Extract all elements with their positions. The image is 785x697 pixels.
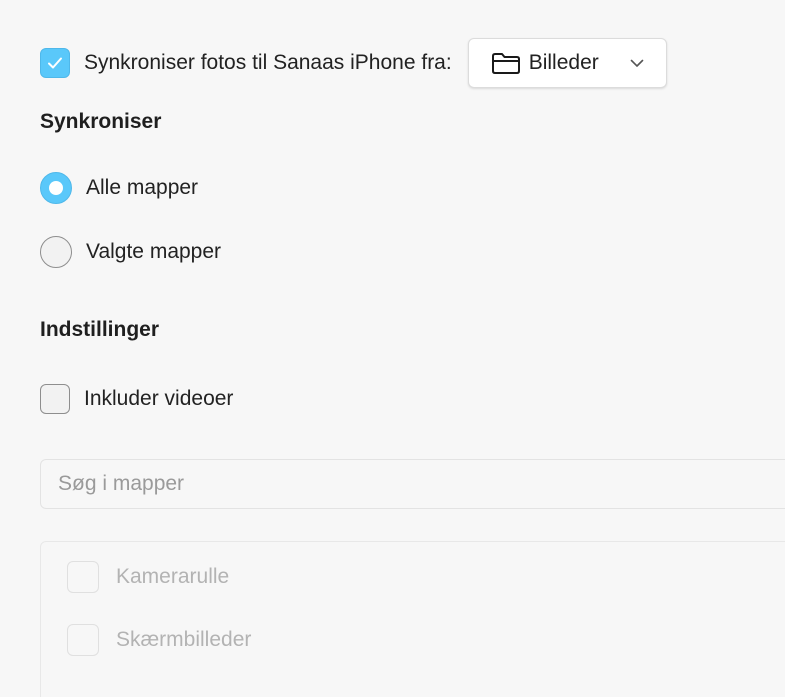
photos-sync-pane: Synkroniser fotos til Sanaas iPhone fra:… — [0, 0, 785, 697]
radio-selected-folders[interactable]: Valgte mapper — [40, 236, 221, 268]
sync-photos-label: Synkroniser fotos til Sanaas iPhone fra: — [84, 51, 452, 74]
include-videos-row[interactable]: Inkluder videoer — [40, 384, 233, 414]
sync-section-heading: Synkroniser — [40, 110, 162, 133]
radio-selected-folders-button[interactable] — [40, 236, 72, 268]
folder-camera-roll-label: Kamerarulle — [116, 565, 230, 588]
folder-item-screenshots: Skærmbilleder — [67, 624, 251, 656]
radio-selected-dot — [49, 181, 63, 195]
include-videos-checkbox[interactable] — [40, 384, 70, 414]
radio-all-folders-button[interactable] — [40, 172, 72, 204]
sync-photos-row: Synkroniser fotos til Sanaas iPhone fra:… — [40, 38, 667, 88]
folder-item-camera-roll: Kamerarulle — [67, 561, 229, 593]
folder-screenshots-label: Skærmbilleder — [116, 628, 252, 651]
folder-icon — [491, 53, 520, 74]
folder-list: Kamerarulle Skærmbilleder — [40, 541, 785, 697]
folder-search-input[interactable] — [40, 459, 785, 509]
chevron-down-icon — [630, 59, 644, 68]
checkmark-icon — [48, 57, 62, 69]
sync-photos-checkbox[interactable] — [40, 48, 70, 78]
include-videos-label: Inkluder videoer — [84, 387, 234, 410]
photo-source-label: Billeder — [528, 51, 599, 74]
settings-section-heading: Indstillinger — [40, 318, 160, 341]
radio-all-folders[interactable]: Alle mapper — [40, 172, 198, 204]
photo-source-dropdown[interactable]: Billeder — [467, 38, 667, 88]
folder-screenshots-checkbox — [67, 624, 99, 656]
radio-all-folders-label: Alle mapper — [86, 176, 199, 199]
folder-camera-roll-checkbox — [67, 561, 99, 593]
radio-selected-folders-label: Valgte mapper — [86, 240, 222, 263]
